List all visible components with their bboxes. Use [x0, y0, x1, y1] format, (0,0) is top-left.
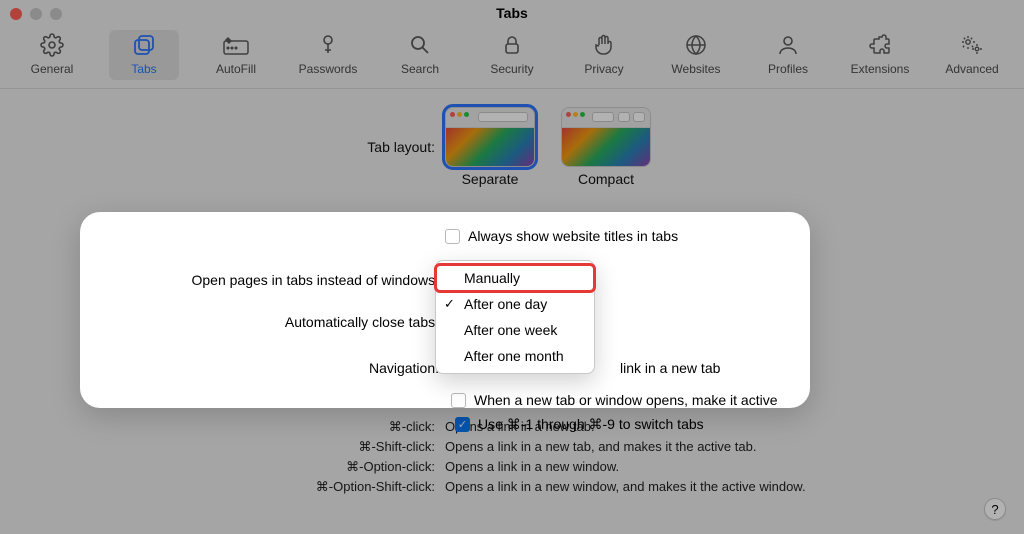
toolbar-item-extensions[interactable]: Extensions	[845, 30, 915, 80]
lock-icon	[499, 32, 525, 58]
layout-option-label: Compact	[561, 171, 651, 187]
dropdown-option-manually[interactable]: Manually	[436, 265, 594, 291]
dropdown-option-after-one-month[interactable]: After one month	[436, 343, 594, 369]
dropdown-option-after-one-week[interactable]: After one week	[436, 317, 594, 343]
hand-icon	[591, 32, 617, 58]
cmd-switch-tabs-label: Use ⌘-1 through ⌘-9 to switch tabs	[478, 416, 704, 433]
toolbar-label: AutoFill	[216, 62, 256, 76]
navigation-link-new-tab-text: link in a new tab	[620, 360, 720, 376]
preferences-toolbar: General Tabs AutoFill Passwords Search S…	[0, 24, 1024, 89]
tab-layout-compact[interactable]: Compact	[561, 107, 651, 187]
pencil-box-icon	[223, 32, 249, 58]
active-on-open-label: When a new tab or window opens, make it …	[474, 392, 778, 408]
open-pages-label: Open pages in tabs instead of windows:	[80, 272, 445, 288]
layout-option-label: Separate	[445, 171, 535, 187]
toolbar-label: Profiles	[768, 62, 808, 76]
key-icon	[315, 32, 341, 58]
toolbar-item-privacy[interactable]: Privacy	[569, 30, 639, 80]
person-icon	[775, 32, 801, 58]
checkmark-icon: ✓	[444, 296, 455, 312]
globe-icon	[683, 32, 709, 58]
toolbar-label: Websites	[671, 62, 720, 76]
toolbar-item-passwords[interactable]: Passwords	[293, 30, 363, 80]
auto-close-label: Automatically close tabs:	[80, 314, 445, 330]
gears-icon	[959, 32, 985, 58]
toolbar-label: Privacy	[584, 62, 623, 76]
help-button[interactable]: ?	[984, 498, 1006, 520]
toolbar-item-advanced[interactable]: Advanced	[937, 30, 1007, 80]
toolbar-item-autofill[interactable]: AutoFill	[201, 30, 271, 80]
toolbar-item-general[interactable]: General	[17, 30, 87, 80]
toolbar-label: Tabs	[131, 62, 156, 76]
always-show-titles-label: Always show website titles in tabs	[468, 228, 678, 244]
window-title: Tabs	[0, 5, 1024, 21]
search-icon	[407, 32, 433, 58]
tab-layout-separate[interactable]: Separate	[445, 107, 535, 187]
toolbar-label: Search	[401, 62, 439, 76]
toolbar-item-tabs[interactable]: Tabs	[109, 30, 179, 80]
auto-close-dropdown-menu[interactable]: Manually ✓ After one day After one week …	[435, 260, 595, 374]
active-on-open-checkbox[interactable]	[451, 393, 466, 408]
toolbar-item-security[interactable]: Security	[477, 30, 547, 80]
toolbar-label: Security	[490, 62, 533, 76]
toolbar-label: General	[31, 62, 74, 76]
cmd-switch-tabs-checkbox[interactable]: ✓	[455, 417, 470, 432]
toolbar-label: Passwords	[299, 62, 358, 76]
gear-icon	[39, 32, 65, 58]
navigation-label: Navigation:	[80, 360, 445, 376]
toolbar-label: Extensions	[851, 62, 910, 76]
always-show-titles-checkbox[interactable]	[445, 229, 460, 244]
toolbar-item-profiles[interactable]: Profiles	[753, 30, 823, 80]
dropdown-option-after-one-day[interactable]: ✓ After one day	[436, 291, 594, 317]
tabs-icon	[131, 32, 157, 58]
toolbar-item-search[interactable]: Search	[385, 30, 455, 80]
toolbar-label: Advanced	[945, 62, 998, 76]
tab-layout-label: Tab layout:	[0, 107, 445, 155]
puzzle-icon	[867, 32, 893, 58]
toolbar-item-websites[interactable]: Websites	[661, 30, 731, 80]
